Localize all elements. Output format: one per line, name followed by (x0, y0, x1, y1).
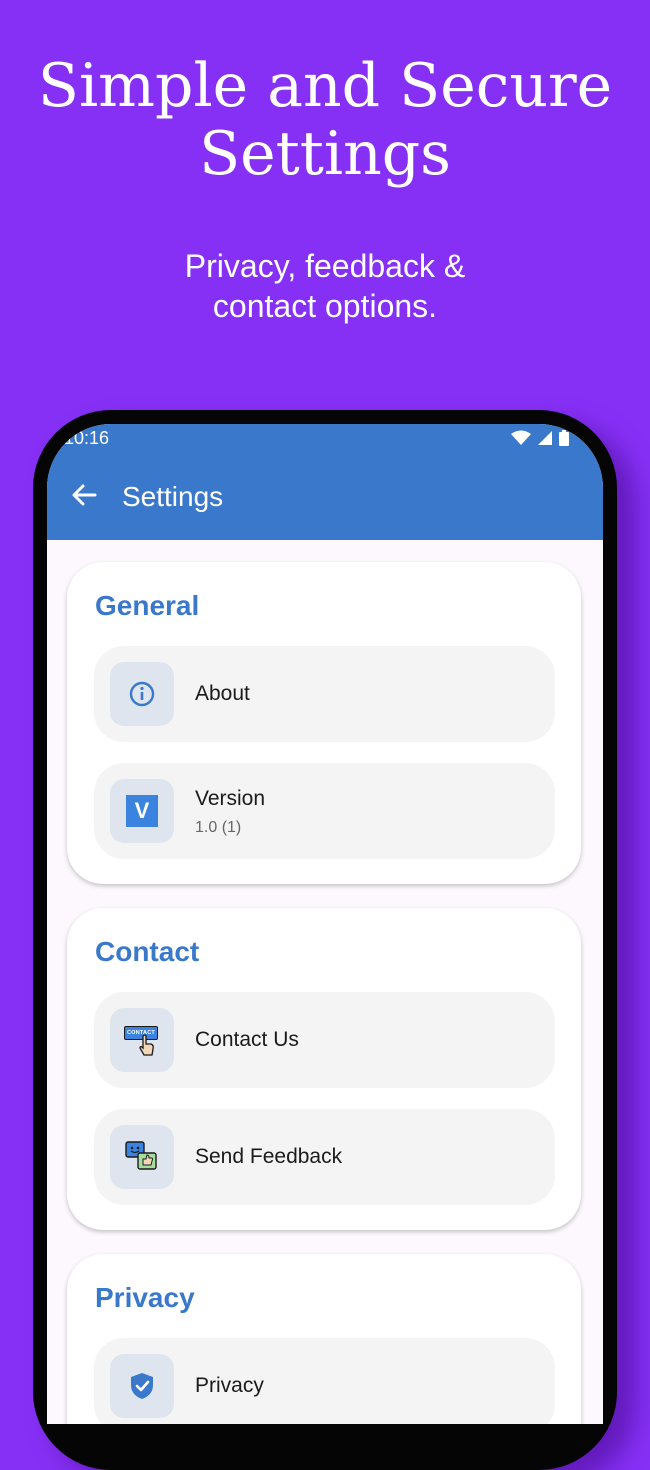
phone-screen: 10:16 Settings General About V Version 1… (47, 424, 603, 1424)
send-feedback-label: Send Feedback (195, 1145, 343, 1168)
feedback-icon-box (110, 1125, 174, 1189)
back-arrow-icon[interactable] (69, 480, 99, 510)
about-label: About (195, 682, 250, 705)
feedback-chat-icon (125, 1141, 157, 1170)
app-bar: Settings (47, 452, 603, 540)
promo-headline-line1: Simple and Secure (37, 51, 613, 121)
settings-item-send-feedback[interactable]: Send Feedback (94, 1109, 555, 1205)
signal-icon (538, 431, 552, 445)
pointer-hand-icon (139, 1034, 154, 1056)
promo-headline-line2: Settings (199, 119, 451, 189)
wifi-icon (511, 430, 531, 445)
promo-subline-line1: Privacy, feedback & (184, 248, 466, 284)
section-title-general: General (95, 590, 200, 621)
page-title: Settings (122, 481, 224, 512)
privacy-icon-box (110, 1354, 174, 1418)
settings-item-version[interactable]: V Version 1.0 (1) (94, 763, 555, 859)
card-contact: Contact CONTACT Contact Us Send Feedback (67, 908, 581, 1230)
info-icon (129, 681, 155, 707)
version-label: Version (195, 787, 266, 810)
version-icon-box: V (110, 779, 174, 843)
settings-item-about[interactable]: About (94, 646, 555, 742)
section-title-contact: Contact (95, 936, 200, 967)
contact-button-icon: CONTACT (122, 1022, 162, 1058)
shield-check-icon (131, 1373, 153, 1399)
version-badge-icon: V (126, 795, 158, 827)
status-time: 10:16 (64, 428, 110, 448)
contact-icon-box: CONTACT (110, 1008, 174, 1072)
status-bar: 10:16 (47, 424, 603, 452)
version-badge-letter: V (134, 798, 150, 823)
card-general: General About V Version 1.0 (1) (67, 562, 581, 884)
version-value: 1.0 (1) (195, 819, 242, 836)
about-icon-box (110, 662, 174, 726)
card-privacy: Privacy Privacy (67, 1254, 581, 1424)
privacy-label: Privacy (195, 1374, 264, 1397)
promo-subline-line2: contact options. (212, 288, 438, 324)
contact-us-label: Contact Us (195, 1028, 299, 1051)
battery-icon (559, 430, 569, 446)
settings-item-privacy[interactable]: Privacy (94, 1338, 555, 1424)
section-title-privacy: Privacy (95, 1282, 195, 1313)
settings-item-contact-us[interactable]: CONTACT Contact Us (94, 992, 555, 1088)
promo-subline: Privacy, feedback & contact options. (0, 246, 650, 326)
status-icons (511, 430, 569, 446)
promo-headline: Simple and Secure Settings (0, 52, 650, 188)
